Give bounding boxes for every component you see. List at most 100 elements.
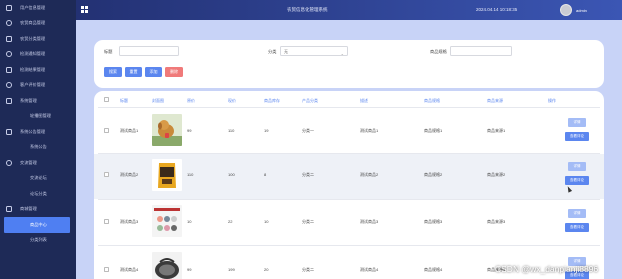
sidebar-subitem-forum-category[interactable]: 论坛分类 <box>0 186 76 202</box>
category-select[interactable]: 无 ⌄ <box>280 46 348 56</box>
sidebar-item-label: 农贸商品管理 <box>20 20 46 26</box>
detail-button[interactable]: 详情 <box>568 209 586 218</box>
sidebar-item-user-info[interactable]: 用户信息管理 <box>0 0 76 16</box>
top-header: 农贸信息化管理系统 2024.04.14 10:18:35 admin <box>76 0 622 20</box>
search-panel: 标题 分类 无 ⌄ 商品规格 搜索 重置 添加 删除 <box>94 40 604 88</box>
user-icon <box>6 4 12 11</box>
cell-description: 测试商品1 <box>360 128 379 133</box>
cell-source: 商品来源3 <box>487 219 506 224</box>
sidebar-subitem-carousel[interactable]: 轮播图管理 <box>0 109 76 125</box>
cell-original-price: 110 <box>187 172 194 177</box>
sidebar-item-label: 客户评价管理 <box>20 82 46 88</box>
cell-category: 分类一 <box>302 128 314 133</box>
sidebar-item-forum-mgmt[interactable]: 交流管理 <box>0 155 76 171</box>
cell-spec: 商品规格4 <box>424 267 443 272</box>
sidebar-subitem-category-list[interactable]: 分类列表 <box>0 233 76 249</box>
cell-spec: 商品规格3 <box>424 219 443 224</box>
sidebar-subitem-product-center[interactable]: 商品中心 <box>4 217 70 233</box>
title-filter-label: 标题 <box>104 49 113 54</box>
sidebar-item-system-mgmt[interactable]: 系统管理 <box>0 93 76 109</box>
column-header-price[interactable]: 现价 <box>228 98 236 104</box>
sidebar-item-label: 系统管理 <box>20 97 37 103</box>
cell-original-price: 99 <box>187 267 192 272</box>
reset-button[interactable]: 重置 <box>125 67 142 77</box>
column-header-source[interactable]: 商品来源 <box>487 98 503 104</box>
sidebar-item-customer-review[interactable]: 客户评价管理 <box>0 78 76 94</box>
search-button[interactable]: 搜索 <box>104 67 122 77</box>
sidebar-item-inspection-result[interactable]: 检测结果管理 <box>0 62 76 78</box>
detail-button[interactable]: 详情 <box>568 162 586 171</box>
app-title: 农贸信息化管理系统 <box>287 7 328 12</box>
shield-icon <box>6 20 12 27</box>
cell-description: 测试商品4 <box>360 267 379 272</box>
chevron-down-icon: ⌄ <box>340 51 344 56</box>
view-reviews-button[interactable]: 查看评论 <box>565 223 589 232</box>
cell-stock: 20 <box>264 267 269 272</box>
product-image <box>152 159 182 191</box>
select-all-checkbox[interactable] <box>104 97 109 102</box>
sidebar-subitem-label: 分类列表 <box>30 237 47 243</box>
sidebar-item-label: 检测通知管理 <box>20 51 46 57</box>
sidebar-item-category-mgmt[interactable]: 农贸分类管理 <box>0 31 76 47</box>
sidebar-subitem-label: 轮播图管理 <box>30 113 51 119</box>
settings-icon <box>6 97 12 104</box>
cell-category: 分类二 <box>302 172 314 177</box>
column-header-description[interactable]: 描述 <box>360 98 368 104</box>
column-header-title[interactable]: 标题 <box>120 98 128 104</box>
sidebar-subitem-label: 交流论坛 <box>30 175 47 181</box>
sidebar-subitem-label: 商品中心 <box>30 221 47 227</box>
column-header-category[interactable]: 产品分类 <box>302 98 318 104</box>
cell-price: 100 <box>228 172 235 177</box>
sidebar-item-inspection-notice[interactable]: 检测通知管理 <box>0 47 76 63</box>
cell-spec: 商品规格1 <box>424 128 443 133</box>
main-content: 标题 分类 无 ⌄ 商品规格 搜索 重置 添加 删除 标题 封面图 原价 现价 … <box>76 20 622 279</box>
table-row: 测试商品4 99 199 20 分类二 测试商品4 商品规格4 商品来源4 详情… <box>94 246 604 279</box>
sidebar: 用户信息管理 农贸商品管理 农贸分类管理 检测通知管理 检测结果管理 客户评价管… <box>0 0 76 279</box>
cell-price: 22 <box>228 219 233 224</box>
sidebar-item-label: 农贸分类管理 <box>20 35 46 41</box>
sidebar-subitem-forum[interactable]: 交流论坛 <box>0 171 76 187</box>
view-reviews-button[interactable]: 查看评论 <box>565 176 589 185</box>
megaphone-icon <box>6 128 12 135</box>
cell-title: 测试商品2 <box>120 172 139 177</box>
view-reviews-button[interactable]: 查看评论 <box>565 132 589 141</box>
product-image <box>152 252 182 279</box>
sidebar-subitem-announcement[interactable]: 系统公告 <box>0 140 76 156</box>
cell-price: 199 <box>228 267 235 272</box>
row-checkbox[interactable] <box>104 128 109 133</box>
detail-button[interactable]: 详情 <box>568 118 586 127</box>
sidebar-item-shop-mgmt[interactable]: 商城管理 <box>0 202 76 218</box>
avatar[interactable] <box>560 4 572 16</box>
header-datetime: 2024.04.14 10:18:35 <box>476 7 518 12</box>
table-row: 测试商品2 110 100 8 分类二 测试商品2 商品规格2 商品来源2 详情… <box>94 154 604 199</box>
spec-filter-label: 商品规格 <box>430 49 447 54</box>
sidebar-item-label: 交流管理 <box>20 159 37 165</box>
row-checkbox[interactable] <box>104 219 109 224</box>
column-header-spec[interactable]: 商品规格 <box>424 98 440 104</box>
cell-title: 测试商品4 <box>120 267 139 272</box>
delete-button[interactable]: 删除 <box>165 67 183 77</box>
cell-price: 110 <box>228 128 235 133</box>
doc-icon <box>6 66 12 73</box>
shop-icon <box>6 206 12 213</box>
cell-description: 测试商品2 <box>360 172 379 177</box>
gear-icon <box>6 82 12 89</box>
product-image <box>152 205 182 237</box>
sidebar-item-label: 商城管理 <box>20 206 37 212</box>
title-filter-input[interactable] <box>119 46 179 56</box>
menu-grid-icon[interactable] <box>81 6 88 13</box>
row-checkbox[interactable] <box>104 267 109 272</box>
cell-category: 分类二 <box>302 219 314 224</box>
column-header-stock[interactable]: 商品库存 <box>264 98 280 104</box>
list-icon <box>6 35 12 42</box>
column-header-cover[interactable]: 封面图 <box>152 98 164 104</box>
sidebar-item-product-mgmt[interactable]: 农贸商品管理 <box>0 16 76 32</box>
header-username[interactable]: admin <box>576 8 587 13</box>
add-button[interactable]: 添加 <box>145 67 162 77</box>
row-checkbox[interactable] <box>104 172 109 177</box>
sidebar-item-announcement-mgmt[interactable]: 系统公告管理 <box>0 124 76 140</box>
column-header-original-price[interactable]: 原价 <box>187 98 195 104</box>
spec-filter-input[interactable] <box>450 46 512 56</box>
cell-stock: 8 <box>264 172 267 177</box>
category-filter-label: 分类 <box>268 49 277 54</box>
